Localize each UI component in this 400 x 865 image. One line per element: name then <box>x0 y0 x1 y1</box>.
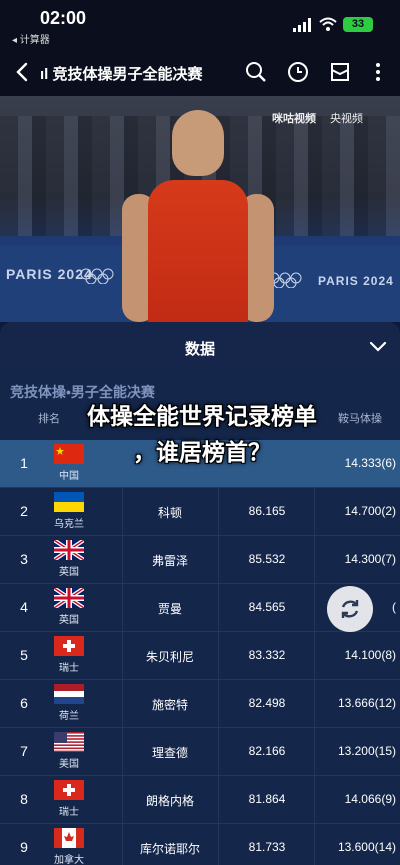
total-score: 85.532 <box>248 552 286 566</box>
country-name: 乌克兰 <box>54 519 84 530</box>
usa-flag-icon <box>54 732 84 752</box>
flag-cell: 乌克兰 <box>50 492 88 532</box>
flag-cell: 英国 <box>50 588 88 628</box>
headline-line-1: 体操全能世界记录榜单 <box>87 403 317 429</box>
table-row[interactable]: 8 瑞士 朗格内格 81.864 14.066(9) <box>0 776 400 824</box>
pommel-score: 14.100(8) <box>344 648 396 662</box>
switzerland-flag-icon <box>54 636 84 656</box>
total-score: 83.332 <box>248 648 286 662</box>
total-score: 81.864 <box>248 792 286 806</box>
rank-cell: 1 <box>20 455 28 471</box>
app-header: ıl 竞技体操男子全能决赛 <box>0 48 400 96</box>
country-name: 瑞士 <box>59 807 79 818</box>
pommel-score: 14.300(7) <box>344 552 396 566</box>
data-panel-header: 数据 <box>0 322 400 372</box>
more-options-icon[interactable] <box>366 60 390 84</box>
data-panel-title: 数据 <box>184 341 215 358</box>
rank-cell: 6 <box>20 695 28 711</box>
country-name: 英国 <box>59 567 79 578</box>
country-name: 荷兰 <box>59 711 79 722</box>
total-score: 81.733 <box>248 840 286 854</box>
save-icon[interactable] <box>328 60 352 84</box>
pommel-score: 13.600(14) <box>337 840 396 854</box>
watermark-cctv: 央视频 <box>330 113 363 125</box>
total-score: 82.166 <box>248 744 286 758</box>
table-row[interactable]: 2 乌克兰 科顿 86.165 14.700(2) <box>0 488 400 536</box>
flag-cell: 荷兰 <box>50 684 88 724</box>
athlete-head <box>172 110 224 176</box>
status-time: 02:00 <box>40 8 87 28</box>
athlete-body <box>148 180 248 322</box>
wifi-icon <box>319 17 337 31</box>
headline-overlay: 体操全能世界记录榜单 ，谁居榜首？ <box>42 398 362 470</box>
uk-flag-icon <box>54 540 84 560</box>
athlete-name: 施密特 <box>151 698 188 712</box>
pommel-score: 14.700(2) <box>344 504 396 518</box>
total-score: 82.498 <box>248 696 286 710</box>
flag-cell: 加拿大 <box>50 828 88 865</box>
rank-cell: 2 <box>20 503 28 519</box>
rank-cell: 5 <box>20 647 28 663</box>
status-bar: 02:00 ◂ 计算器 33 <box>0 0 400 48</box>
battery-icon: 33 <box>343 17 373 32</box>
ukraine-flag-icon <box>54 492 84 512</box>
flag-cell: 瑞士 <box>50 780 88 820</box>
headline-line-2: ，谁居榜首？ <box>133 439 271 465</box>
chevron-down-icon[interactable] <box>368 336 388 356</box>
athlete-name: 贾曼 <box>157 602 182 616</box>
country-name: 瑞士 <box>59 663 79 674</box>
page-title: ıl 竞技体操男子全能决赛 <box>40 66 203 83</box>
flag-cell: 英国 <box>50 540 88 580</box>
flag-cell: 美国 <box>50 732 88 772</box>
watermark-migu: 咪咕视频 <box>272 113 316 125</box>
athlete-name: 朗格内格 <box>145 794 194 808</box>
total-score: 86.165 <box>248 504 286 518</box>
rank-cell: 4 <box>20 599 28 615</box>
rank-cell: 9 <box>20 839 28 855</box>
country-name: 加拿大 <box>54 855 84 865</box>
refresh-button[interactable] <box>327 586 373 632</box>
back-arrow-icon[interactable] <box>12 60 34 84</box>
country-name: 英国 <box>59 615 79 626</box>
table-row[interactable]: 3 英国 弗雷泽 85.532 14.300(7) <box>0 536 400 584</box>
history-clock-icon[interactable] <box>286 60 310 84</box>
athlete-name: 理查德 <box>151 746 188 760</box>
search-icon[interactable] <box>244 60 268 84</box>
table-row[interactable]: 9 加拿大 库尔诺耶尔 81.733 13.600(14) <box>0 824 400 865</box>
pommel-score: 13.200(15) <box>337 744 396 758</box>
pommel-score: 13.666(12) <box>337 696 396 710</box>
netherlands-flag-icon <box>54 684 84 704</box>
venue-banner-right: PARIS 2024 <box>318 274 394 288</box>
table-row[interactable]: 7 美国 理查德 82.166 13.200(15) <box>0 728 400 776</box>
uk-flag-icon <box>54 588 84 608</box>
refresh-icon <box>341 600 359 618</box>
signal-icon <box>293 18 311 32</box>
switzerland-flag-icon <box>54 780 84 800</box>
country-name: 美国 <box>59 759 79 770</box>
table-row[interactable]: 6 荷兰 施密特 82.498 13.666(12) <box>0 680 400 728</box>
total-score: 84.565 <box>248 600 286 614</box>
canada-flag-icon <box>54 828 84 848</box>
table-row[interactable]: 5 瑞士 朱贝利尼 83.332 14.100(8) <box>0 632 400 680</box>
rank-cell: 8 <box>20 791 28 807</box>
rank-cell: 3 <box>20 551 28 567</box>
flag-cell: 瑞士 <box>50 636 88 676</box>
olympic-rings-icon <box>80 268 114 284</box>
video-player[interactable]: PARIS 2024 PARIS 2024 咪咕视频 央视频 <box>0 96 400 322</box>
athlete-name: 科顿 <box>157 506 182 520</box>
athlete-name: 朱贝利尼 <box>145 650 194 664</box>
pommel-score: 14.066(9) <box>344 792 396 806</box>
athlete-name: 库尔诺耶尔 <box>139 842 200 856</box>
rank-cell: 7 <box>20 743 28 759</box>
athlete-name: 弗雷泽 <box>151 554 188 568</box>
back-to-app-link[interactable]: ◂ 计算器 <box>12 31 50 46</box>
